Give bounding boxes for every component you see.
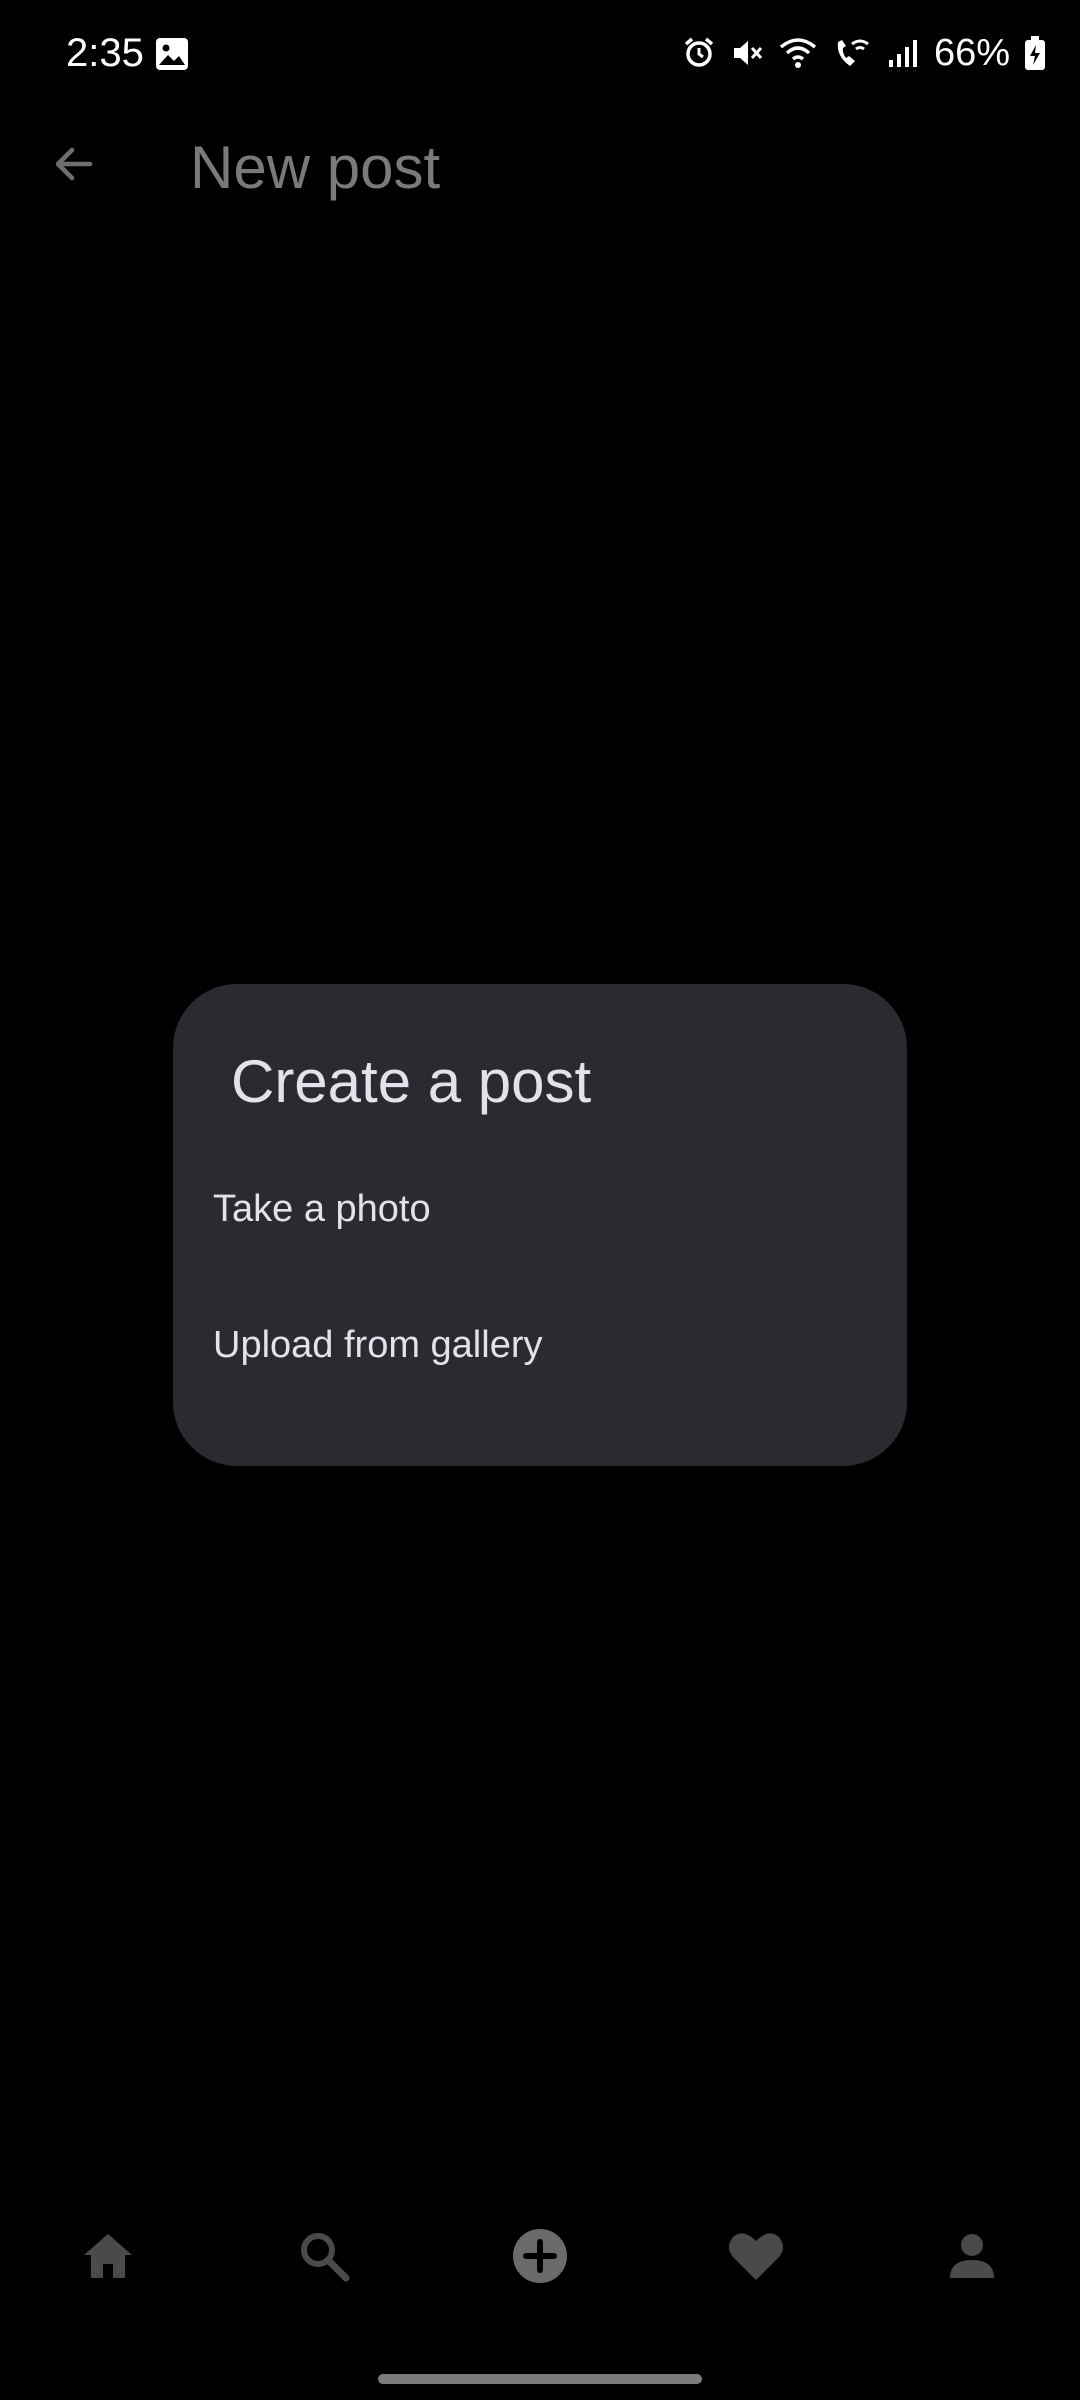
nav-add-post[interactable]	[432, 2196, 648, 2316]
home-icon	[80, 2228, 136, 2284]
wifi-call-icon	[832, 36, 872, 70]
add-circle-icon	[510, 2226, 570, 2286]
nav-favorites[interactable]	[648, 2196, 864, 2316]
upload-from-gallery-option[interactable]: Upload from gallery	[173, 1276, 907, 1412]
take-photo-label: Take a photo	[213, 1188, 431, 1230]
arrow-back-icon	[50, 140, 98, 193]
battery-percent: 66%	[933, 32, 1010, 74]
status-time: 2:35	[66, 31, 144, 75]
search-icon	[296, 2228, 352, 2284]
battery-charging-icon	[1024, 35, 1046, 71]
alarm-icon	[682, 36, 716, 70]
nav-profile[interactable]	[864, 2196, 1080, 2316]
nav-home[interactable]	[0, 2196, 216, 2316]
wifi-icon	[778, 36, 818, 70]
home-indicator[interactable]	[378, 2374, 702, 2384]
signal-icon	[886, 36, 920, 70]
back-button[interactable]	[36, 128, 112, 204]
status-bar: 2:35 66%	[0, 0, 1080, 104]
create-post-dialog: Create a post Take a photo Upload from g…	[173, 984, 907, 1466]
take-photo-option[interactable]: Take a photo	[173, 1140, 907, 1276]
status-icons: 66%	[682, 26, 1046, 80]
page-title: New post	[190, 134, 441, 201]
person-icon	[944, 2228, 1000, 2284]
heart-icon	[726, 2228, 786, 2284]
mute-icon	[730, 36, 764, 70]
bottom-navigation	[0, 2196, 1080, 2316]
app-bar: New post	[0, 104, 1080, 228]
upload-from-gallery-label: Upload from gallery	[213, 1324, 543, 1366]
nav-search[interactable]	[216, 2196, 432, 2316]
gallery-icon	[154, 36, 190, 72]
dialog-title: Create a post	[231, 1048, 592, 1115]
